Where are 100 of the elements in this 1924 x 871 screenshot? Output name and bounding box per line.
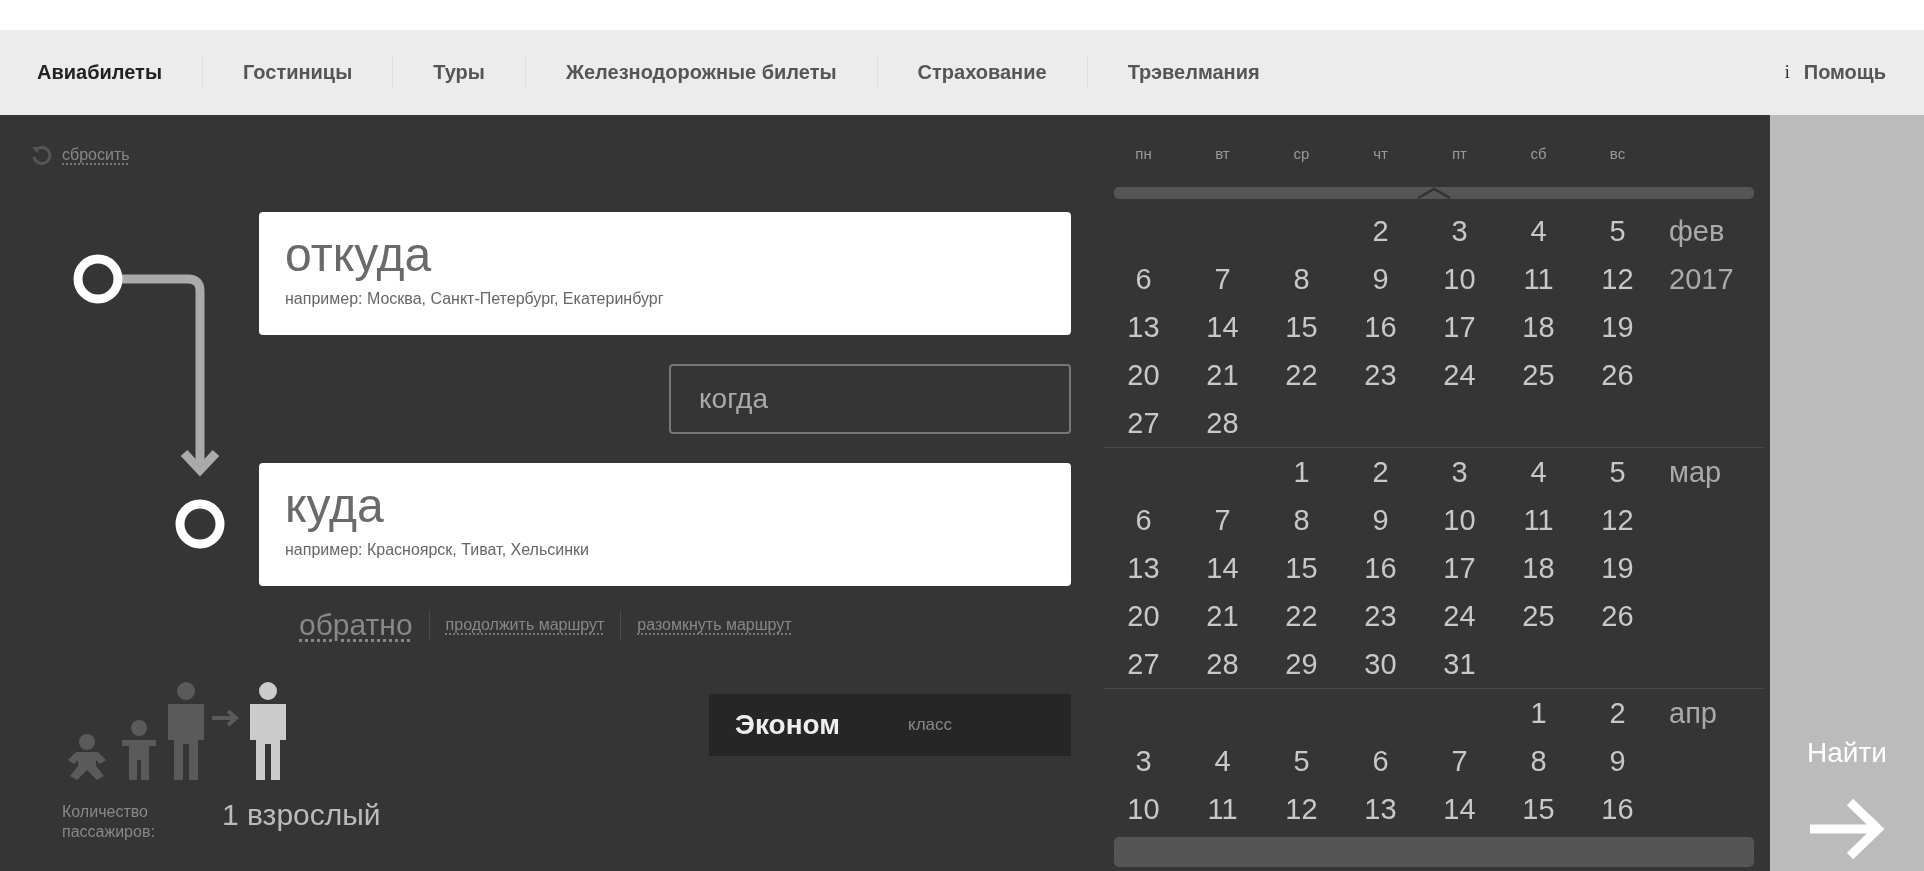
calendar-day[interactable]: 25 (1499, 358, 1578, 392)
calendar-day[interactable]: 6 (1104, 503, 1183, 537)
calendar-day[interactable]: 23 (1341, 599, 1420, 633)
calendar-day[interactable]: 13 (1341, 792, 1420, 826)
from-input[interactable]: откуда (285, 226, 1045, 282)
calendar-day[interactable]: 14 (1183, 551, 1262, 585)
calendar-day[interactable]: 12 (1262, 792, 1341, 826)
calendar-day[interactable]: 20 (1104, 599, 1183, 633)
calendar-day[interactable]: 7 (1183, 503, 1262, 537)
route-link[interactable]: разомкнуть маршрут (637, 616, 792, 634)
nav-tab[interactable]: Авиабилеты (37, 61, 162, 84)
scroll-up-bar[interactable] (1114, 187, 1754, 199)
calendar-day[interactable]: 17 (1420, 310, 1499, 344)
calendar-day[interactable]: 16 (1341, 551, 1420, 585)
calendar-day[interactable]: 14 (1183, 310, 1262, 344)
calendar-day[interactable]: 16 (1341, 310, 1420, 344)
field-hint: например: Москва, Санкт-Петербург, Екатеринбург (285, 290, 665, 308)
calendar-day[interactable]: 11 (1499, 503, 1578, 537)
to-field[interactable]: куда например: Красноярск, Тиват, Хельсинки (259, 463, 1071, 586)
calendar-day[interactable]: 12 (1578, 262, 1657, 296)
calendar-day[interactable]: 15 (1499, 792, 1578, 826)
adult-icon[interactable] (166, 682, 206, 780)
calendar-day[interactable]: 24 (1420, 358, 1499, 392)
calendar-day[interactable]: 10 (1420, 262, 1499, 296)
calendar-day[interactable]: 22 (1262, 599, 1341, 633)
calendar-day[interactable]: 2 (1578, 696, 1657, 730)
chevron-up-icon (1416, 187, 1452, 199)
calendar-day[interactable]: 28 (1183, 406, 1262, 440)
help-link[interactable]: Помощь (1803, 61, 1886, 84)
calendar-day[interactable]: 7 (1420, 744, 1499, 778)
calendar-day[interactable]: 5 (1578, 214, 1657, 248)
weekday-label: пн (1134, 144, 1153, 164)
calendar-day[interactable]: 2 (1341, 455, 1420, 489)
calendar-day[interactable]: 31 (1420, 647, 1499, 681)
calendar-day[interactable]: 29 (1262, 647, 1341, 681)
calendar-day[interactable]: 11 (1499, 262, 1578, 296)
passengers-count[interactable]: 1 взрослый (222, 798, 381, 832)
calendar-day[interactable]: 26 (1578, 358, 1657, 392)
calendar-day[interactable]: 15 (1262, 551, 1341, 585)
calendar-day[interactable]: 24 (1420, 599, 1499, 633)
date-field[interactable]: когда (669, 364, 1071, 434)
calendar-day[interactable]: 12 (1578, 503, 1657, 537)
calendar-day[interactable]: 6 (1341, 744, 1420, 778)
month-label: фев (1668, 214, 1726, 248)
calendar-day[interactable]: 13 (1104, 551, 1183, 585)
nav-tab[interactable]: Трэвелмания (1127, 61, 1260, 84)
calendar-day[interactable]: 6 (1104, 262, 1183, 296)
calendar-day[interactable]: 9 (1341, 262, 1420, 296)
calendar-day[interactable]: 16 (1578, 792, 1657, 826)
calendar-day[interactable]: 2 (1341, 214, 1420, 248)
calendar-day[interactable]: 15 (1262, 310, 1341, 344)
calendar-day[interactable]: 7 (1183, 262, 1262, 296)
calendar-day[interactable]: 20 (1104, 358, 1183, 392)
calendar-day[interactable]: 18 (1499, 310, 1578, 344)
calendar-day[interactable]: 25 (1499, 599, 1578, 633)
nav-tab[interactable]: Страхование (917, 61, 1047, 84)
calendar-day[interactable]: 10 (1420, 503, 1499, 537)
calendar-day[interactable]: 8 (1262, 262, 1341, 296)
calendar-day[interactable]: 1 (1262, 455, 1341, 489)
calendar-day[interactable]: 4 (1499, 455, 1578, 489)
calendar-day[interactable]: 8 (1262, 503, 1341, 537)
calendar-day[interactable]: 4 (1183, 744, 1262, 778)
calendar-day[interactable]: 17 (1420, 551, 1499, 585)
calendar-day[interactable]: 3 (1104, 744, 1183, 778)
calendar-day[interactable]: 27 (1104, 647, 1183, 681)
calendar-day[interactable]: 21 (1183, 599, 1262, 633)
calendar-day[interactable]: 9 (1341, 503, 1420, 537)
calendar-day[interactable]: 10 (1104, 792, 1183, 826)
month-label: апр (1668, 696, 1718, 730)
class-selector[interactable]: Эконом класс (709, 694, 1071, 756)
to-input[interactable]: куда (285, 477, 1045, 533)
calendar-day[interactable]: 8 (1499, 744, 1578, 778)
adult-icon (248, 682, 288, 780)
calendar-day[interactable]: 22 (1262, 358, 1341, 392)
calendar-day[interactable]: 9 (1578, 744, 1657, 778)
calendar-day[interactable]: 5 (1578, 455, 1657, 489)
calendar-day[interactable]: 14 (1420, 792, 1499, 826)
calendar-day[interactable]: 28 (1183, 647, 1262, 681)
scroll-down-bar[interactable] (1114, 837, 1754, 867)
calendar-day[interactable]: 13 (1104, 310, 1183, 344)
nav-tab[interactable]: Туры (433, 61, 485, 84)
calendar-day[interactable]: 26 (1578, 599, 1657, 633)
reset-link[interactable]: сбросить (62, 146, 130, 164)
calendar-day[interactable]: 27 (1104, 406, 1183, 440)
calendar-day[interactable]: 5 (1262, 744, 1341, 778)
calendar-day[interactable]: 30 (1341, 647, 1420, 681)
calendar-day[interactable]: 21 (1183, 358, 1262, 392)
calendar-day[interactable]: 19 (1578, 310, 1657, 344)
calendar-day[interactable]: 1 (1499, 696, 1578, 730)
calendar-day[interactable]: 3 (1420, 455, 1499, 489)
calendar-day[interactable]: 3 (1420, 214, 1499, 248)
calendar-day[interactable]: 4 (1499, 214, 1578, 248)
calendar-day[interactable]: 18 (1499, 551, 1578, 585)
nav-tab[interactable]: Железнодорожные билеты (565, 61, 837, 84)
nav-tab[interactable]: Гостиницы (243, 61, 353, 84)
calendar-day[interactable]: 11 (1183, 792, 1262, 826)
calendar-day[interactable]: 19 (1578, 551, 1657, 585)
month-label: мар (1668, 455, 1723, 489)
calendar-day[interactable]: 23 (1341, 358, 1420, 392)
from-field[interactable]: откуда например: Москва, Санкт-Петербург, Екатеринбург (259, 212, 1071, 335)
